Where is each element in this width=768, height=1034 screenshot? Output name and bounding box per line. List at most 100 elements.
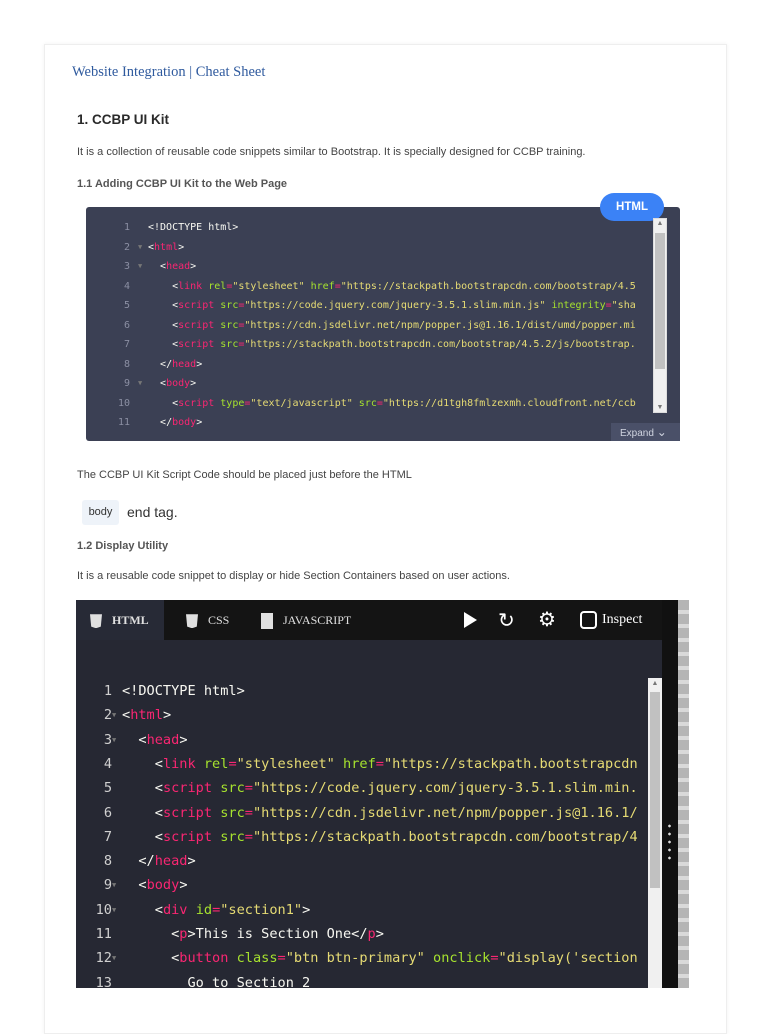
code-token: </ bbox=[138, 853, 155, 870]
line-number: 3 bbox=[123, 261, 130, 272]
subsection-heading-2: 1.2 Display Utility bbox=[77, 540, 169, 552]
tab-html[interactable]: HTML bbox=[76, 600, 164, 640]
code-token: integrity bbox=[551, 300, 606, 311]
reset-icon[interactable]: ↻ bbox=[498, 608, 515, 633]
line-number: 10 bbox=[95, 901, 112, 918]
preview-edge bbox=[678, 600, 689, 988]
code-token: head bbox=[146, 731, 180, 748]
code-token: = bbox=[228, 755, 237, 772]
scroll-up-icon[interactable]: ▲ bbox=[649, 680, 661, 687]
resize-handle[interactable] bbox=[662, 600, 678, 988]
line-number: 12 bbox=[95, 950, 112, 967]
inspect-checkbox[interactable] bbox=[580, 611, 597, 629]
code-token: script bbox=[178, 300, 215, 311]
code-token: script bbox=[162, 804, 213, 821]
tab-label: HTML bbox=[112, 613, 149, 627]
css3-icon bbox=[186, 614, 198, 629]
code-token: < bbox=[138, 731, 147, 748]
line-number: 11 bbox=[95, 926, 112, 942]
code-token: = bbox=[375, 755, 384, 772]
code-block-ui-kit[interactable]: 1 <!DOCTYPE html> 2 ▼ <html> 3 ▼ <head> 4 <link… bbox=[86, 207, 680, 441]
page-title: Website Integration | Cheat Sheet bbox=[72, 64, 266, 80]
code-line: 9▼ <body> bbox=[86, 374, 196, 394]
line-number: 1 bbox=[103, 683, 112, 699]
code-line: 8 </head> bbox=[86, 355, 202, 375]
code-token: div bbox=[162, 901, 188, 918]
code-token: < bbox=[122, 707, 131, 724]
code-token: script bbox=[162, 828, 213, 845]
code-token: > bbox=[187, 853, 196, 870]
code-line: 3▼ <head> bbox=[76, 728, 188, 752]
chevron-down-icon: ⌄ bbox=[656, 425, 667, 439]
code-token: < bbox=[154, 901, 163, 918]
code-token: script bbox=[178, 339, 215, 350]
line-number: 2 bbox=[103, 707, 112, 724]
section-description: It is a collection of reusable code snip… bbox=[77, 146, 586, 158]
line-number: 7 bbox=[123, 339, 130, 350]
html-code-editor[interactable]: 1 <!DOCTYPE html> 2▼ <html> 3▼ <head> 4 <link… bbox=[76, 679, 662, 988]
scroll-down-icon[interactable]: ▼ bbox=[654, 404, 666, 411]
code-line: 10 <script type="text/javascript" src="h… bbox=[86, 394, 636, 414]
code-line: 1 <!DOCTYPE html> bbox=[76, 679, 245, 703]
fold-arrow-icon[interactable]: ▼ bbox=[112, 946, 122, 970]
code-line: 5 <script src="https://code.jquery.com/j… bbox=[86, 296, 636, 316]
code-token: >This is Section One</ bbox=[187, 926, 368, 942]
expand-button[interactable]: Expand ⌄ bbox=[611, 423, 680, 441]
settings-icon[interactable]: ⚙ bbox=[538, 607, 556, 632]
fold-arrow-icon[interactable]: ▼ bbox=[112, 873, 122, 897]
code-token: > bbox=[179, 731, 188, 748]
code-token: < bbox=[154, 780, 163, 797]
js-file-icon bbox=[261, 613, 273, 630]
fold-arrow-icon[interactable]: ▼ bbox=[112, 703, 122, 727]
code-token: head bbox=[172, 358, 197, 370]
playground-toolbar: HTML CSS JAVASCRIPT ↻ ⚙ Inspect bbox=[76, 600, 662, 640]
line-number: 8 bbox=[103, 853, 112, 870]
line-number: 4 bbox=[123, 280, 130, 292]
code-token: = bbox=[490, 950, 499, 967]
code-token: head bbox=[166, 261, 191, 272]
fold-arrow-icon[interactable]: ▼ bbox=[112, 728, 122, 752]
code-token: "https://cdn.jsdelivr.net/npm/popper.js@… bbox=[252, 804, 638, 821]
tab-css[interactable]: CSS bbox=[186, 600, 229, 640]
expand-label: Expand bbox=[620, 428, 654, 439]
line-number: 6 bbox=[103, 804, 112, 821]
code-token: < bbox=[154, 828, 163, 845]
line-number: 2 bbox=[123, 241, 130, 253]
editor-scrollbar[interactable]: ▲ bbox=[648, 678, 662, 988]
tab-javascript[interactable]: JAVASCRIPT bbox=[261, 600, 351, 640]
code-token: src bbox=[220, 339, 239, 350]
scroll-up-icon[interactable]: ▲ bbox=[654, 220, 666, 227]
line-number: 4 bbox=[103, 755, 112, 772]
code-token: "stylesheet" bbox=[236, 755, 335, 772]
subsection-heading-1: 1.1 Adding CCBP UI Kit to the Web Page bbox=[77, 178, 288, 190]
code-token: onclick bbox=[433, 950, 491, 967]
line-number: 1 bbox=[123, 222, 130, 233]
fold-arrow-icon[interactable]: ▼ bbox=[138, 374, 148, 394]
scrollbar-thumb[interactable] bbox=[650, 692, 660, 888]
fold-arrow-icon[interactable]: ▼ bbox=[112, 898, 122, 922]
code-token: id bbox=[195, 901, 213, 918]
code-token: "display('section bbox=[498, 950, 638, 967]
drag-dots-icon bbox=[668, 822, 671, 862]
code-token: < bbox=[154, 755, 163, 772]
fold-arrow-icon[interactable]: ▼ bbox=[138, 238, 148, 258]
code-line: 6 <script src="https://cdn.jsdelivr.net/… bbox=[76, 801, 638, 825]
fold-arrow-icon[interactable]: ▼ bbox=[138, 257, 148, 277]
code-line: 4 <link rel="stylesheet" href="https://s… bbox=[86, 277, 636, 297]
scrollbar-thumb[interactable] bbox=[655, 233, 665, 369]
code-token: = bbox=[277, 950, 286, 967]
code-line: 9▼ <body> bbox=[76, 873, 188, 897]
code-token: "stylesheet" bbox=[232, 280, 305, 292]
code-token: "https://stackpath.bootstrapcdn.com/boot… bbox=[244, 339, 636, 350]
code-token: > bbox=[190, 378, 197, 389]
code-token: link bbox=[162, 755, 196, 772]
code-scrollbar[interactable]: ▲ ▼ bbox=[653, 218, 667, 413]
run-icon[interactable] bbox=[464, 612, 477, 628]
code-token: script bbox=[178, 397, 215, 409]
code-token: body bbox=[166, 378, 191, 389]
inspect-label: Inspect bbox=[602, 612, 643, 627]
